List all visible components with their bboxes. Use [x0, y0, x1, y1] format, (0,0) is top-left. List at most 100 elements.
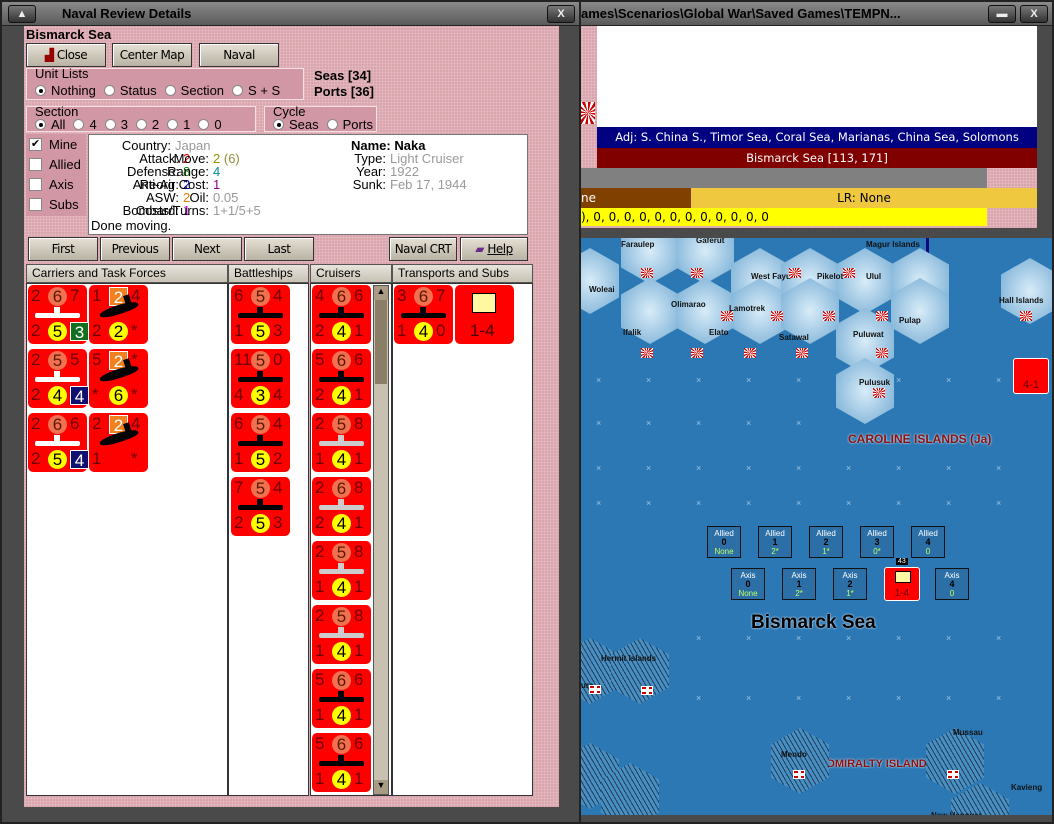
radio-dot[interactable] — [232, 85, 244, 96]
scroll-down-icon[interactable]: ▼ — [374, 780, 388, 794]
ship-counter[interactable]: 566141 — [312, 733, 371, 792]
air-unit-counter[interactable]: 5 2 * * 6 * — [89, 349, 148, 408]
radio-dot[interactable] — [35, 85, 46, 96]
island-hex[interactable] — [836, 248, 894, 314]
filter-axis[interactable]: Axis — [26, 174, 86, 194]
ship-counter[interactable]: 367 140 — [394, 285, 453, 344]
next-button[interactable]: Next — [172, 237, 242, 261]
axis-stack-box[interactable]: Axis 0 None — [731, 568, 765, 600]
filter-allied[interactable]: Allied — [26, 154, 86, 174]
radio-4[interactable]: 4 — [73, 117, 97, 132]
enemy-unit-counter[interactable]: 4-1 — [1013, 358, 1049, 394]
radio-1[interactable]: 1 — [167, 117, 190, 132]
help-button[interactable]: ▰ Help — [460, 237, 528, 261]
ship-counter[interactable]: 267 253 — [28, 285, 89, 344]
hex-name-bar: Bismarck Sea [113, 171] — [597, 148, 1037, 168]
radio-0[interactable]: 0 — [198, 117, 222, 132]
radio-dot[interactable] — [198, 119, 210, 130]
allied-stack-box[interactable]: Allied 0 None — [707, 526, 741, 558]
allied-stack-box[interactable]: Allied 3 0* — [860, 526, 894, 558]
filter-subs[interactable]: Subs — [26, 194, 86, 214]
radio-dot[interactable] — [326, 119, 338, 130]
counter-value: 1 — [92, 449, 102, 468]
axis-stack-box[interactable]: Axis 2 1* — [833, 568, 867, 600]
minimize-icon[interactable]: ▬ — [988, 5, 1016, 23]
radio-ports[interactable]: Ports — [326, 117, 373, 132]
radio-dot[interactable] — [104, 119, 116, 130]
ship-counter[interactable]: 466241 — [312, 285, 371, 344]
radio-section[interactable]: Section — [164, 83, 224, 98]
checkbox[interactable] — [29, 197, 42, 211]
minimize-icon[interactable]: ▲ — [8, 5, 36, 23]
radio-dot[interactable] — [164, 85, 176, 96]
radio-nothing[interactable]: Nothing — [35, 83, 96, 98]
allied-stack-box[interactable]: Allied 4 0 — [911, 526, 945, 558]
close-icon[interactable]: X — [1020, 5, 1048, 23]
island-label: Lamotrek — [729, 304, 766, 313]
radio-dot[interactable] — [35, 119, 46, 130]
radio-dot[interactable] — [167, 119, 179, 130]
uk-flag-icon — [793, 770, 805, 779]
map-title-bar[interactable]: ames\Scenarios\Global War\Saved Games\TE… — [581, 2, 1052, 26]
naval-summary-button[interactable]: Naval Summary — [199, 43, 279, 84]
filter-mine[interactable]: ✔ Mine — [26, 134, 86, 154]
island-hex[interactable] — [581, 248, 619, 314]
axis-stack-box[interactable]: Axis 4 0 — [935, 568, 969, 600]
ship-counter[interactable]: 566241 — [312, 349, 371, 408]
close-icon[interactable]: X — [547, 5, 575, 23]
radio-dot[interactable] — [135, 119, 147, 130]
last-button[interactable]: Last — [244, 237, 314, 261]
axis-stack-box[interactable]: Axis 1 2* — [782, 568, 816, 600]
title-bar[interactable]: ▲ Naval Review Details X — [2, 2, 579, 26]
checkbox[interactable]: ✔ — [29, 137, 42, 151]
game-map[interactable]: Bismarck Sea CAROLINE ISLANDS (Ja) ADMIR… — [581, 238, 1052, 815]
radio-s-s[interactable]: S + S — [232, 83, 280, 98]
radio-3[interactable]: 3 — [104, 117, 128, 132]
japan-flag-icon — [823, 311, 835, 321]
island-hex[interactable] — [611, 638, 669, 704]
island-hex[interactable] — [926, 728, 984, 794]
cruisers-scrollbar[interactable]: ▲ ▼ — [373, 285, 389, 795]
ship-counter[interactable]: 11 5 0 4 3 4 — [231, 349, 290, 408]
counter-value: 5 — [48, 450, 67, 469]
counter-value: 2 — [273, 449, 283, 468]
radio-dot[interactable] — [273, 119, 284, 130]
radio-dot[interactable] — [73, 119, 85, 130]
naval-crt-button[interactable]: Naval CRT — [389, 237, 457, 261]
checkbox[interactable] — [29, 157, 42, 171]
transports-list[interactable] — [392, 283, 533, 796]
radio-status[interactable]: Status — [103, 83, 157, 98]
allied-stack-box[interactable]: Allied 1 2* — [758, 526, 792, 558]
ship-counter[interactable]: 754 253 — [231, 477, 290, 536]
ship-counter[interactable]: 268 241 — [312, 477, 371, 536]
close-button[interactable]: ▟ Close — [26, 43, 106, 67]
first-button[interactable]: First — [28, 237, 98, 261]
ship-counter[interactable]: 566141 — [312, 669, 371, 728]
ship-counter[interactable]: 654 153 — [231, 285, 290, 344]
ship-counter[interactable]: 654 152 — [231, 413, 290, 472]
radio-seas[interactable]: Seas — [273, 117, 319, 132]
hq-counter[interactable]: 1-4 — [455, 285, 514, 344]
scroll-thumb[interactable] — [375, 300, 387, 384]
center-map-button[interactable]: Center Map — [112, 43, 192, 67]
island-hex[interactable] — [771, 728, 829, 794]
ship-counter[interactable]: 255244 — [28, 349, 89, 408]
ship-counter[interactable]: 258 141 — [312, 605, 371, 664]
radio-all[interactable]: All — [35, 117, 65, 132]
ship-counter[interactable]: 266254 — [28, 413, 89, 472]
radio-2[interactable]: 2 — [135, 117, 159, 132]
own-unit-counter[interactable]: 1-4 — [884, 567, 920, 601]
radio-dot[interactable] — [103, 85, 115, 96]
air-unit-counter[interactable]: 1 2 4 2 2 * — [89, 285, 148, 344]
checkbox[interactable] — [29, 177, 42, 191]
hex-center-mark: × — [746, 498, 752, 508]
air-unit-counter[interactable]: 2 2 4 1 * — [89, 413, 148, 472]
counter-value: 6 — [234, 286, 244, 305]
island-hex[interactable] — [836, 358, 894, 424]
previous-button[interactable]: Previous — [100, 237, 170, 261]
uk-flag-icon — [947, 770, 959, 779]
scroll-up-icon[interactable]: ▲ — [374, 286, 388, 300]
allied-stack-box[interactable]: Allied 2 1* — [809, 526, 843, 558]
ship-counter[interactable]: 258 141 — [312, 413, 371, 472]
ship-counter[interactable]: 258 141 — [312, 541, 371, 600]
